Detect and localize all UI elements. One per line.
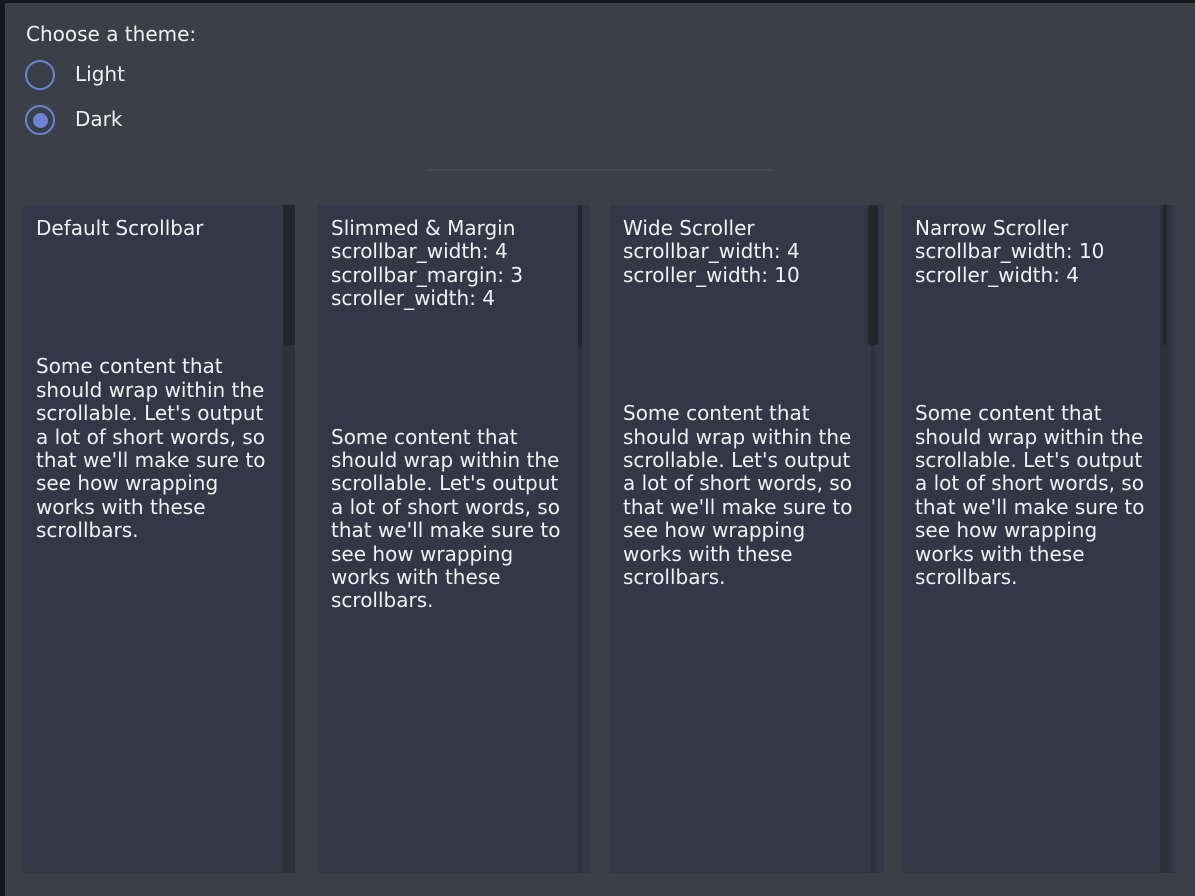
panel-content: Some content that should wrap within the… (623, 402, 861, 589)
theme-chooser-label: Choose a theme: (26, 23, 196, 46)
scrollbar-thumb[interactable] (283, 205, 295, 345)
panel-title: Narrow Scroller (915, 217, 1175, 240)
panel-param: scrollbar_width: 10 (915, 240, 1175, 263)
panel-param: scrollbar_margin: 3 (331, 264, 590, 287)
scrollbar-thumb[interactable] (578, 205, 582, 345)
panel-title: Wide Scroller (623, 217, 884, 240)
app-window: { "theme_chooser": { "label": "Choose a … (0, 0, 1195, 896)
scroll-panel-wide-scroller[interactable]: Wide Scroller scrollbar_width: 4 scrolle… (610, 205, 884, 873)
radio-label-light: Light (75, 63, 125, 86)
section-divider (427, 169, 772, 171)
radio-option-light[interactable]: Light (25, 60, 125, 90)
window-frame-top-edge (0, 0, 1195, 3)
scroll-panel-narrow-scroller[interactable]: Narrow Scroller scrollbar_width: 10 scro… (902, 205, 1175, 873)
panel-param: scrollbar_width: 4 (623, 240, 884, 263)
panel-content: Some content that should wrap within the… (331, 426, 569, 613)
scroll-panel-slimmed-margin[interactable]: Slimmed & Margin scrollbar_width: 4 scro… (318, 205, 590, 873)
panel-param: scroller_width: 4 (915, 264, 1175, 287)
radio-circle-selected-icon[interactable] (25, 105, 55, 135)
panel-title: Slimmed & Margin (331, 217, 590, 240)
radio-label-dark: Dark (75, 108, 122, 131)
radio-dot (33, 113, 48, 128)
panel-content: Some content that should wrap within the… (915, 402, 1153, 589)
panel-param: scroller_width: 4 (331, 287, 590, 310)
scrollbar-thumb[interactable] (868, 205, 878, 345)
radio-circle-icon[interactable] (25, 60, 55, 90)
scroll-panel-default[interactable]: Default Scrollbar Some content that shou… (23, 205, 295, 873)
radio-option-dark[interactable]: Dark (25, 105, 122, 135)
panel-content: Some content that should wrap within the… (36, 355, 274, 542)
panel-title: Default Scrollbar (36, 217, 295, 240)
panel-param: scrollbar_width: 4 (331, 240, 590, 263)
window-frame-left-edge (0, 0, 5, 896)
panel-param: scroller_width: 10 (623, 264, 884, 287)
scrollbar-thumb[interactable] (1163, 205, 1167, 345)
